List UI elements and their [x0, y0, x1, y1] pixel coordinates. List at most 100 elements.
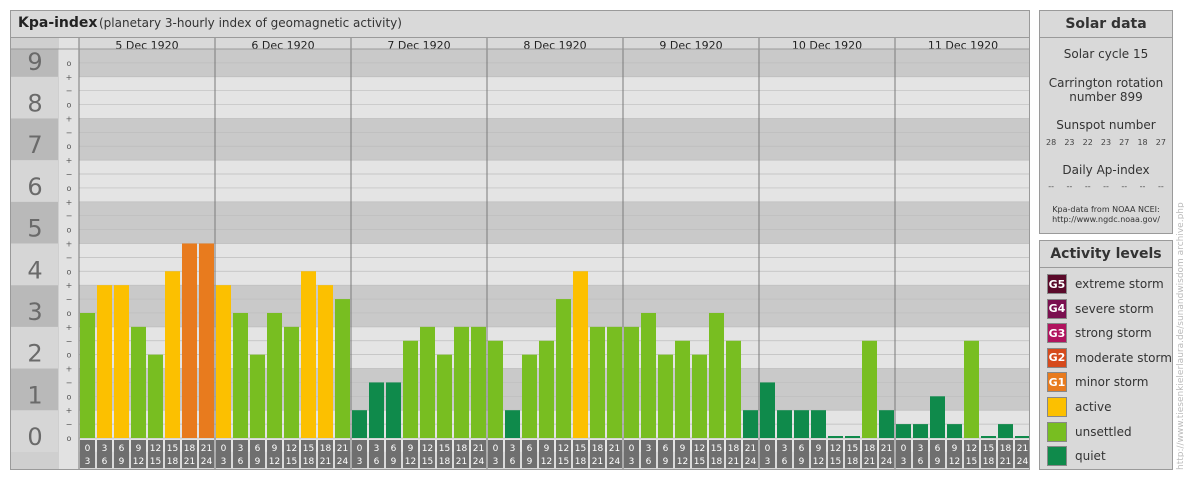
- kp-bar: [947, 424, 962, 438]
- interval-end-label: 18: [711, 457, 723, 467]
- interval-end-label: 3: [357, 457, 363, 467]
- kp-bar: [624, 326, 639, 438]
- interval-start-label: 6: [255, 444, 261, 454]
- interval-end-label: 21: [864, 457, 875, 467]
- sunspot-value: 23: [1100, 138, 1112, 147]
- interval-start-label: 3: [102, 444, 108, 454]
- kp-sub-mark: o: [67, 309, 72, 318]
- kp-bar: [607, 326, 622, 438]
- kp-bar: [539, 340, 554, 438]
- legend-item-active: active: [1047, 397, 1111, 417]
- data-credit-link[interactable]: http://www.ngdc.noaa.gov/: [1040, 215, 1172, 224]
- kp-bar: [573, 271, 588, 438]
- kp-sub-mark: +: [66, 406, 73, 415]
- ap-value: --: [1121, 182, 1128, 191]
- solar-data-panel: Solar data Solar cycle 15 Carrington rot…: [1039, 10, 1173, 234]
- interval-start-label: 6: [663, 444, 669, 454]
- legend-swatch: G5: [1047, 274, 1067, 294]
- legend-label: moderate storm: [1075, 350, 1172, 365]
- interval-end-label: 24: [201, 457, 213, 467]
- interval-start-label: 12: [966, 444, 977, 454]
- kp-bar: [471, 326, 486, 438]
- kp-sub-mark: o: [67, 351, 72, 360]
- kp-sub-mark: o: [67, 434, 72, 443]
- day-header-label: 8 Dec 1920: [523, 39, 586, 52]
- data-credit: Kpa-data from NOAA NCEI:: [1052, 205, 1160, 214]
- interval-start-label: 9: [408, 444, 414, 454]
- interval-start-label: 6: [799, 444, 805, 454]
- interval-end-label: 15: [966, 457, 977, 467]
- interval-end-label: 9: [255, 457, 261, 467]
- sunspot-value: 23: [1064, 138, 1075, 147]
- kpa-chart-panel: Kpa-index (planetary 3-hourly index of g…: [10, 10, 1030, 470]
- interval-end-label: 15: [694, 457, 705, 467]
- interval-start-label: 21: [1017, 444, 1028, 454]
- interval-start-label: 3: [374, 444, 380, 454]
- interval-start-label: 21: [473, 444, 484, 454]
- interval-start-label: 21: [745, 444, 756, 454]
- kp-sub-mark: −: [66, 420, 73, 429]
- interval-end-label: 6: [238, 457, 244, 467]
- kp-bar: [403, 340, 418, 438]
- interval-start-label: 9: [680, 444, 686, 454]
- kp-band: [79, 118, 1029, 161]
- interval-start-label: 18: [320, 444, 332, 454]
- kp-sub-mark: +: [66, 323, 73, 332]
- interval-end-label: 21: [456, 457, 467, 467]
- kp-level-label: 4: [27, 256, 42, 284]
- kp-bar: [692, 354, 707, 438]
- interval-end-label: 12: [405, 457, 416, 467]
- kp-bar: [97, 285, 112, 438]
- interval-start-label: 21: [337, 444, 348, 454]
- interval-start-label: 15: [439, 444, 450, 454]
- interval-start-label: 21: [201, 444, 212, 454]
- interval-end-label: 12: [541, 457, 552, 467]
- kp-bar: [233, 312, 248, 438]
- interval-start-label: 12: [422, 444, 433, 454]
- interval-end-label: 9: [663, 457, 669, 467]
- kp-bar: [199, 243, 214, 438]
- solar-data-title: Solar data: [1040, 11, 1172, 38]
- interval-end-label: 15: [558, 457, 569, 467]
- legend-item-strong-storm: G3 strong storm: [1047, 323, 1152, 344]
- interval-end-label: 21: [1000, 457, 1011, 467]
- legend-swatch: G4: [1047, 298, 1067, 319]
- day-header-label: 7 Dec 1920: [387, 39, 450, 52]
- kp-bar: [930, 396, 945, 438]
- kp-bar: [777, 410, 792, 438]
- interval-end-label: 6: [918, 457, 924, 467]
- kp-level-label: 5: [27, 215, 42, 243]
- kp-bar: [182, 243, 197, 438]
- interval-start-label: 12: [286, 444, 297, 454]
- kp-bar: [811, 410, 826, 438]
- kp-sub-mark: o: [67, 101, 72, 110]
- interval-end-label: 21: [320, 457, 331, 467]
- legend-item-unsettled: unsettled: [1047, 421, 1132, 442]
- legend-swatch: [1047, 421, 1067, 442]
- interval-end-label: 12: [677, 457, 688, 467]
- kp-level-label: 3: [27, 298, 42, 326]
- ap-value: --: [1048, 182, 1055, 191]
- day-header-label: 6 Dec 1920: [251, 39, 314, 52]
- interval-end-label: 3: [221, 457, 227, 467]
- kp-sub-mark: −: [66, 378, 73, 387]
- interval-end-label: 6: [374, 457, 380, 467]
- kp-level-label: 9: [27, 48, 42, 76]
- activity-levels-panel: Activity levels G5 extreme storm G4 severe …: [1039, 240, 1173, 470]
- interval-end-label: 3: [629, 457, 635, 467]
- interval-end-label: 9: [391, 457, 397, 467]
- interval-end-label: 18: [167, 457, 179, 467]
- ap-value: --: [1084, 182, 1091, 191]
- sunspot-value: 27: [1119, 138, 1130, 147]
- interval-start-label: 9: [544, 444, 550, 454]
- interval-start-label: 18: [184, 444, 196, 454]
- kp-sub-mark: o: [67, 142, 72, 151]
- kp-bar: [522, 354, 537, 438]
- interval-start-label: 9: [136, 444, 142, 454]
- legend-item-minor-storm: G1 minor storm: [1047, 372, 1148, 393]
- day-header-label: 5 Dec 1920: [115, 39, 178, 52]
- kp-bar: [981, 436, 996, 438]
- legend-swatch: G2: [1047, 347, 1067, 368]
- interval-end-label: 18: [983, 457, 995, 467]
- kp-sub-mark: o: [67, 184, 72, 193]
